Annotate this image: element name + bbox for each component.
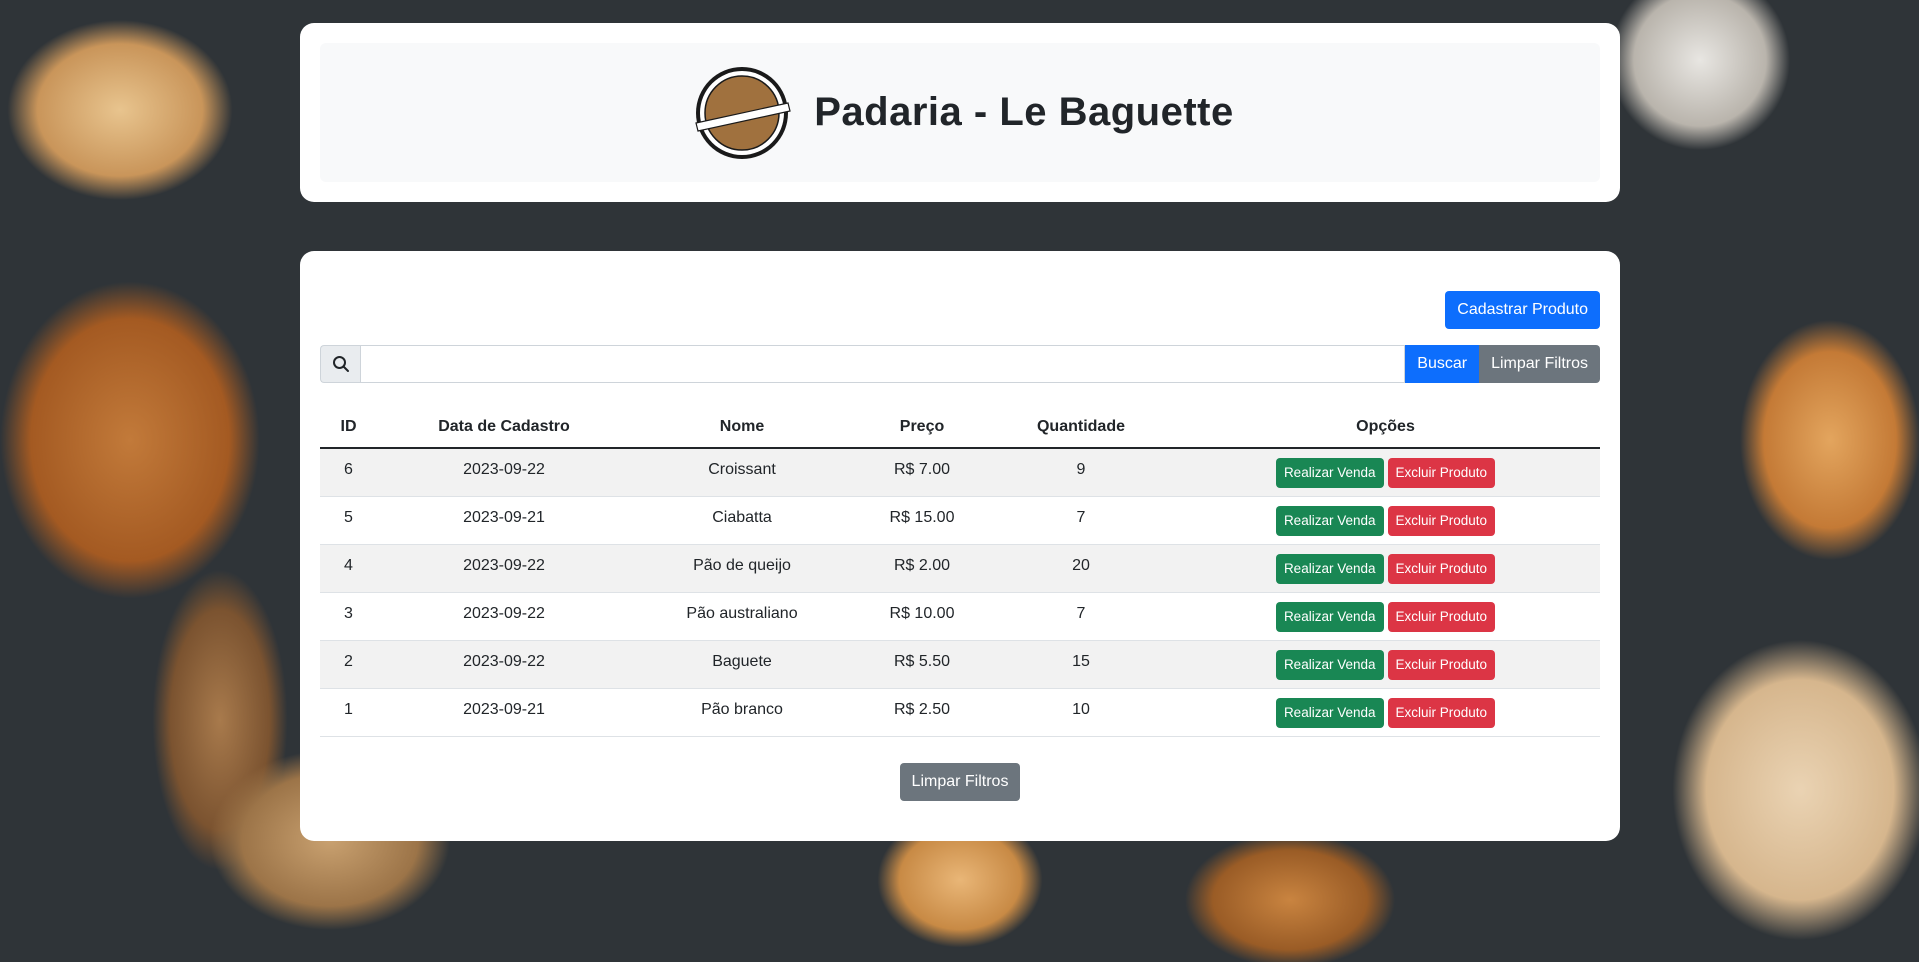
search-button[interactable]: Buscar — [1405, 345, 1480, 383]
cell-name: Croissant — [708, 460, 776, 478]
cell-date: 2023-09-22 — [463, 604, 545, 622]
bakery-logo — [686, 65, 794, 161]
sell-button[interactable]: Realizar Venda — [1275, 505, 1384, 536]
cell-id: 5 — [344, 508, 353, 526]
column-header-date: Data de Cadastro — [377, 407, 631, 449]
cell-date: 2023-09-21 — [463, 508, 545, 526]
delete-product-button[interactable]: Excluir Produto — [1387, 505, 1496, 536]
cell-name: Pão de queijo — [693, 556, 791, 574]
sell-button[interactable]: Realizar Venda — [1275, 553, 1384, 584]
cell-date: 2023-09-22 — [463, 460, 545, 478]
cell-name: Ciabatta — [712, 508, 772, 526]
cell-price: R$ 15.00 — [889, 508, 955, 526]
column-header-quantity: Quantidade — [991, 407, 1171, 449]
cell-id: 6 — [344, 460, 353, 478]
table-header-row: ID Data de Cadastro Nome Preço Quantidad… — [320, 407, 1600, 449]
column-header-price: Preço — [853, 407, 991, 449]
cell-options: Realizar Venda Excluir Produto — [1171, 592, 1600, 641]
cell-name: Pão branco — [701, 700, 783, 718]
search-input[interactable] — [360, 345, 1406, 383]
cell-id: 2 — [344, 652, 353, 670]
cell-id: 3 — [344, 604, 353, 622]
delete-product-button[interactable]: Excluir Produto — [1387, 601, 1496, 632]
cell-quantity: 20 — [1072, 556, 1090, 574]
column-header-options: Opções — [1171, 407, 1600, 449]
cell-date: 2023-09-21 — [463, 700, 545, 718]
cell-quantity: 10 — [1072, 700, 1090, 718]
cell-date: 2023-09-22 — [463, 652, 545, 670]
cell-id: 4 — [344, 556, 353, 574]
cell-price: R$ 10.00 — [889, 604, 955, 622]
header-banner: Padaria - Le Baguette — [320, 43, 1600, 182]
delete-product-button[interactable]: Excluir Produto — [1387, 553, 1496, 584]
cell-id: 1 — [344, 700, 353, 718]
cell-options: Realizar Venda Excluir Produto — [1171, 544, 1600, 593]
table-row: 3 2023-09-22 Pão australiano R$ 10.00 7 … — [320, 592, 1600, 641]
bakery-logo-icon — [695, 66, 791, 159]
table-row: 6 2023-09-22 Croissant R$ 7.00 9 Realiza… — [320, 448, 1600, 497]
sell-button[interactable]: Realizar Venda — [1275, 601, 1384, 632]
cell-price: R$ 7.00 — [893, 460, 951, 478]
cell-quantity: 7 — [1076, 604, 1086, 622]
cell-name: Baguete — [712, 652, 772, 670]
sell-button[interactable]: Realizar Venda — [1275, 697, 1384, 728]
register-product-button[interactable]: Cadastrar Produto — [1445, 291, 1600, 329]
table-row: 5 2023-09-21 Ciabatta R$ 15.00 7 Realiza… — [320, 496, 1600, 545]
page-title: Padaria - Le Baguette — [814, 90, 1234, 134]
sell-button[interactable]: Realizar Venda — [1275, 457, 1384, 488]
search-bar: Buscar Limpar Filtros — [320, 345, 1600, 383]
table-row: 4 2023-09-22 Pão de queijo R$ 2.00 20 Re… — [320, 544, 1600, 593]
cell-quantity: 9 — [1076, 460, 1086, 478]
top-actions: Cadastrar Produto — [320, 291, 1600, 329]
delete-product-button[interactable]: Excluir Produto — [1387, 457, 1496, 488]
bottom-actions: Limpar Filtros — [320, 763, 1600, 801]
clear-filters-bottom-button[interactable]: Limpar Filtros — [899, 763, 1021, 801]
table-row: 2 2023-09-22 Baguete R$ 5.50 15 Realizar… — [320, 640, 1600, 689]
cell-quantity: 7 — [1076, 508, 1086, 526]
products-card: Cadastrar Produto Buscar Limpar Filtros … — [300, 251, 1620, 841]
sell-button[interactable]: Realizar Venda — [1275, 649, 1384, 680]
cell-options: Realizar Venda Excluir Produto — [1171, 496, 1600, 545]
cell-price: R$ 2.50 — [893, 700, 951, 718]
search-icon — [320, 345, 360, 383]
header-card: Padaria - Le Baguette — [300, 23, 1620, 202]
column-header-id: ID — [320, 407, 377, 449]
clear-filters-button[interactable]: Limpar Filtros — [1479, 345, 1600, 383]
cell-options: Realizar Venda Excluir Produto — [1171, 640, 1600, 689]
cell-date: 2023-09-22 — [463, 556, 545, 574]
products-table: ID Data de Cadastro Nome Preço Quantidad… — [320, 407, 1600, 737]
cell-options: Realizar Venda Excluir Produto — [1171, 448, 1600, 497]
table-row: 1 2023-09-21 Pão branco R$ 2.50 10 Reali… — [320, 688, 1600, 737]
delete-product-button[interactable]: Excluir Produto — [1387, 697, 1496, 728]
delete-product-button[interactable]: Excluir Produto — [1387, 649, 1496, 680]
column-header-name: Nome — [631, 407, 853, 449]
cell-price: R$ 5.50 — [893, 652, 951, 670]
cell-price: R$ 2.00 — [893, 556, 951, 574]
cell-options: Realizar Venda Excluir Produto — [1171, 688, 1600, 737]
cell-name: Pão australiano — [686, 604, 798, 622]
cell-quantity: 15 — [1072, 652, 1090, 670]
